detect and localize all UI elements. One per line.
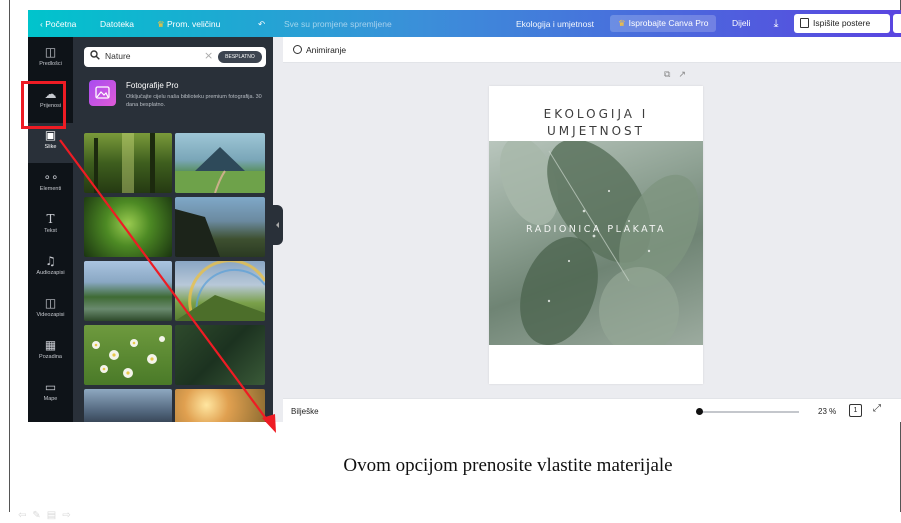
prev-slide-icon[interactable]: ⇦ [18,510,32,521]
annotation-arrow [59,139,276,433]
next-slide-icon[interactable]: ⇨ [62,510,76,521]
pen-icon[interactable]: ✎ [32,510,46,521]
menu-icon[interactable]: ▤ [47,510,62,521]
slide-controls: ⇦✎▤⇨ [18,510,77,521]
caption-text: Ovom opcijom prenosite vlastite materija… [343,455,673,476]
